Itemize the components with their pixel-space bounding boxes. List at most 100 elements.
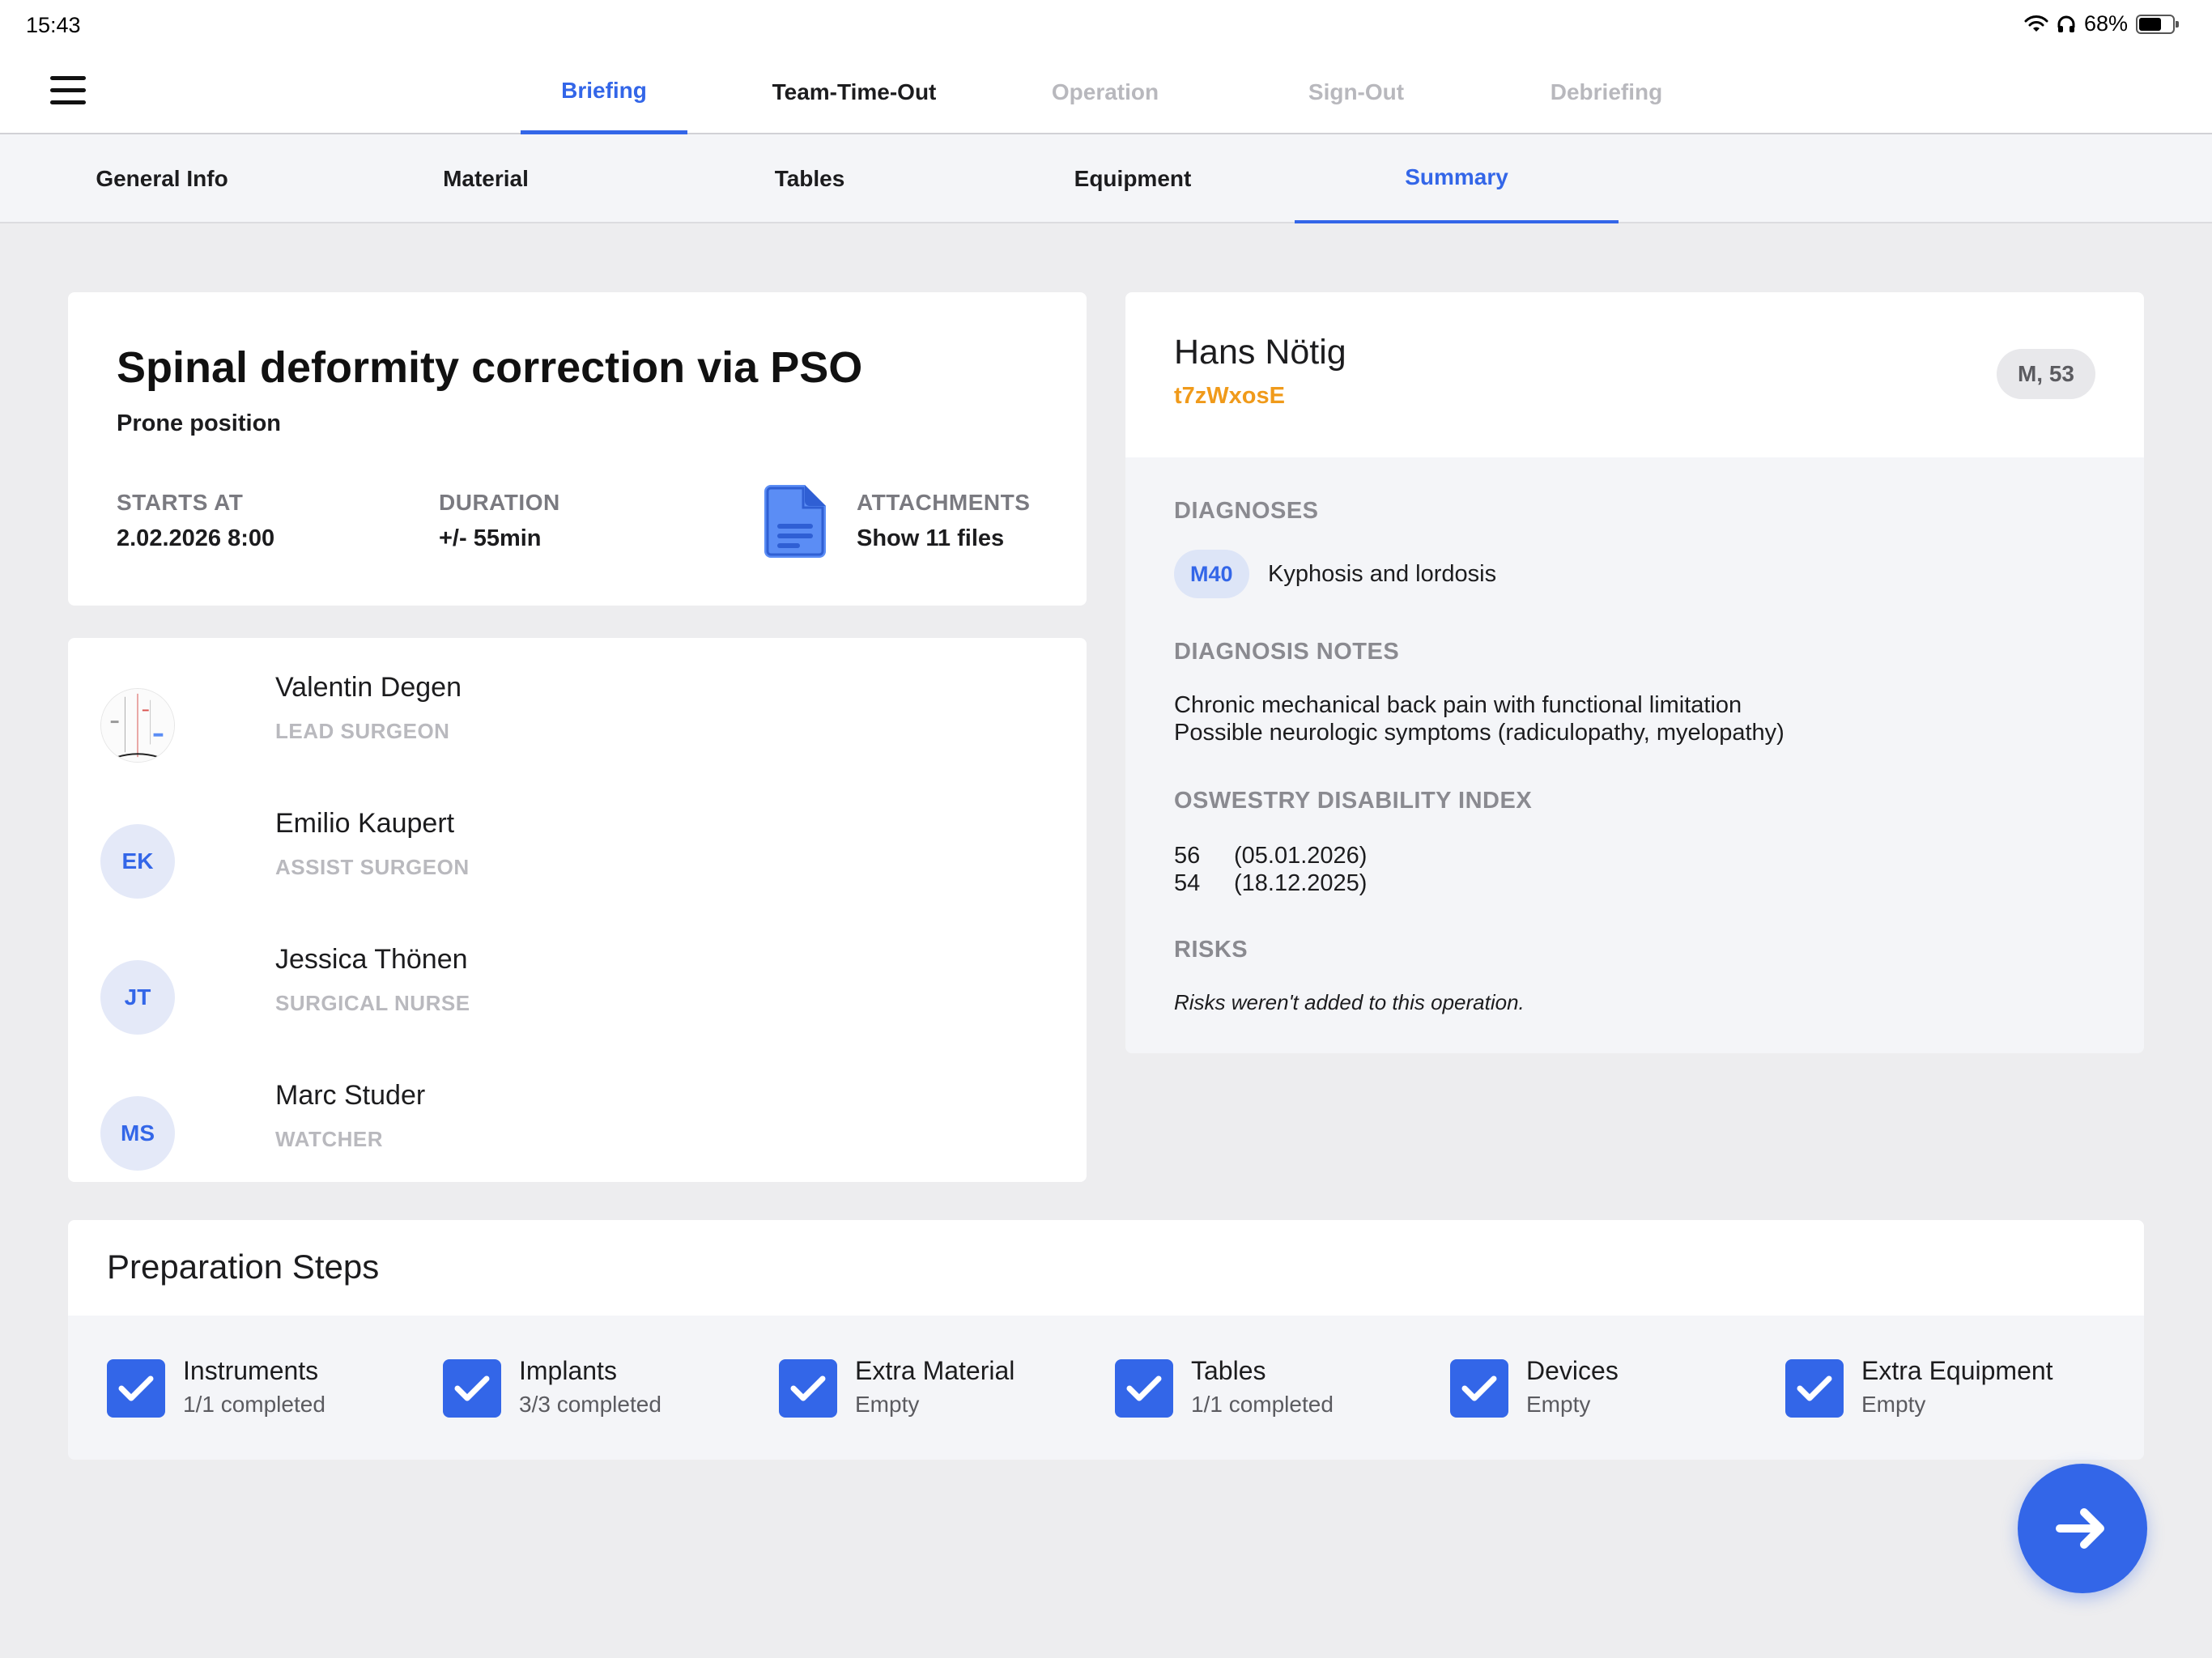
member-name: Valentin Degen: [275, 672, 462, 703]
patient-details: [1125, 457, 2144, 1053]
step-status: Empty: [1526, 1392, 1591, 1417]
step-name: Instruments: [183, 1356, 319, 1385]
avatar: JT: [100, 960, 175, 1035]
avatar: EK: [100, 824, 175, 899]
diagnosis-notes-label: DIAGNOSIS NOTES: [1174, 639, 1400, 665]
team-member[interactable]: Valentin Degen LEAD SURGEON: [100, 672, 991, 769]
team-member[interactable]: EK Emilio Kaupert ASSIST SURGEON: [100, 808, 991, 905]
step-status: 3/3 completed: [519, 1392, 661, 1417]
operation-card: Spinal deformity correction via PSO Pron…: [68, 292, 1087, 606]
checkmark-icon: [1126, 1375, 1162, 1401]
headphones-icon: [2057, 15, 2075, 32]
tab-team-time-out[interactable]: Team-Time-Out: [771, 50, 938, 134]
preparation-card: Preparation Steps Instruments 1/1 comple…: [68, 1220, 2144, 1460]
step-name: Extra Equipment: [1861, 1356, 2053, 1385]
prep-step-instruments[interactable]: Instruments 1/1 completed: [107, 1356, 431, 1424]
team-member[interactable]: JT Jessica Thönen SURGICAL NURSE: [100, 944, 991, 1041]
attachments-label: ATTACHMENTS: [857, 490, 1031, 515]
subtab-material[interactable]: Material: [324, 134, 648, 223]
diagnosis-note-line: Possible neurologic symptoms (radiculopa…: [1174, 720, 1784, 746]
duration-value: +/- 55min: [439, 525, 542, 551]
checkmark-icon: [790, 1375, 826, 1401]
member-name: Emilio Kaupert: [275, 808, 455, 839]
member-name: Marc Studer: [275, 1080, 426, 1111]
step-name: Extra Material: [855, 1356, 1015, 1385]
operation-position: Prone position: [117, 410, 281, 436]
member-name: Jessica Thönen: [275, 944, 468, 975]
tab-operation[interactable]: Operation: [1022, 50, 1189, 134]
step-name: Tables: [1191, 1356, 1266, 1385]
diagnoses-label: DIAGNOSES: [1174, 498, 1319, 524]
diagnosis-code-badge: M40: [1174, 550, 1249, 598]
tab-sign-out[interactable]: Sign-Out: [1273, 50, 1440, 134]
top-navigation: Briefing Team-Time-Out Operation Sign-Ou…: [0, 50, 2212, 134]
preparation-header: Preparation Steps: [68, 1220, 2144, 1316]
avatar: MS: [100, 1096, 175, 1171]
odi-date: (05.01.2026): [1234, 843, 1368, 869]
oswestry-label: OSWESTRY DISABILITY INDEX: [1174, 788, 1533, 814]
battery-level: [2139, 17, 2162, 31]
odi-date: (18.12.2025): [1234, 870, 1368, 896]
next-button[interactable]: [2018, 1464, 2147, 1593]
checkmark-icon: [118, 1375, 154, 1401]
checkbox[interactable]: [1785, 1359, 1844, 1418]
battery-icon: [2136, 14, 2179, 34]
status-icons: 68%: [2024, 11, 2179, 36]
subtab-summary[interactable]: Summary: [1295, 134, 1619, 223]
subtab-general-info[interactable]: General Info: [0, 134, 324, 223]
member-role: ASSIST SURGEON: [275, 855, 470, 879]
checkbox[interactable]: [443, 1359, 501, 1418]
step-status: 1/1 completed: [1191, 1392, 1334, 1417]
hamburger-icon[interactable]: [50, 76, 86, 108]
checkmark-icon: [1461, 1375, 1497, 1401]
avatar-photo: [101, 689, 174, 762]
member-role: LEAD SURGEON: [275, 719, 450, 743]
team-member[interactable]: MS Marc Studer WATCHER: [100, 1080, 991, 1177]
prep-step-devices[interactable]: Devices Empty: [1450, 1356, 1774, 1424]
checkbox[interactable]: [779, 1359, 837, 1418]
member-role: SURGICAL NURSE: [275, 991, 470, 1015]
starts-at-value: 2.02.2026 8:00: [117, 525, 275, 551]
member-role: WATCHER: [275, 1127, 384, 1151]
step-name: Devices: [1526, 1356, 1619, 1385]
operation-title: Spinal deformity correction via PSO: [117, 343, 863, 392]
step-name: Implants: [519, 1356, 617, 1385]
checkbox[interactable]: [1115, 1359, 1173, 1418]
patient-header: Hans Nötig t7zWxosE M, 53: [1125, 292, 2144, 457]
patient-sex-age-badge: M, 53: [1996, 349, 2095, 399]
checkmark-icon: [1797, 1375, 1832, 1401]
subtab-equipment[interactable]: Equipment: [971, 134, 1295, 223]
step-status: Empty: [855, 1392, 920, 1417]
odi-value: 54: [1174, 870, 1201, 896]
attachments-link[interactable]: Show 11 files: [857, 525, 1004, 552]
patient-name: Hans Nötig: [1174, 333, 1346, 372]
diagnosis-text: Kyphosis and lordosis: [1268, 561, 1497, 587]
checkbox[interactable]: [1450, 1359, 1508, 1418]
checkmark-icon: [454, 1375, 490, 1401]
avatar: [100, 688, 175, 763]
document-icon[interactable]: [764, 485, 826, 558]
starts-at-label: STARTS AT: [117, 490, 244, 515]
tab-briefing[interactable]: Briefing: [521, 50, 687, 134]
prep-step-extra-equipment[interactable]: Extra Equipment Empty: [1785, 1356, 2109, 1424]
prep-step-tables[interactable]: Tables 1/1 completed: [1115, 1356, 1439, 1424]
status-time: 15:43: [26, 13, 81, 37]
arrow-right-icon: [2056, 1508, 2104, 1549]
tab-debriefing[interactable]: Debriefing: [1523, 50, 1690, 134]
prep-step-implants[interactable]: Implants 3/3 completed: [443, 1356, 767, 1424]
risks-label: RISKS: [1174, 937, 1249, 963]
prep-step-extra-material[interactable]: Extra Material Empty: [779, 1356, 1103, 1424]
odi-value: 56: [1174, 843, 1201, 869]
battery-percent: 68%: [2083, 11, 2128, 36]
subtab-tables[interactable]: Tables: [648, 134, 972, 223]
risks-text: Risks weren't added to this operation.: [1174, 990, 1525, 1014]
sub-navigation: General Info Material Tables Equipment S…: [0, 134, 2212, 223]
step-status: 1/1 completed: [183, 1392, 325, 1417]
checkbox[interactable]: [107, 1359, 165, 1418]
team-card: Valentin Degen LEAD SURGEON EK Emilio Ka…: [68, 638, 1087, 1182]
duration-label: DURATION: [439, 490, 560, 515]
patient-id: t7zWxosE: [1174, 383, 1285, 409]
diagnosis-note-line: Chronic mechanical back pain with functi…: [1174, 692, 1742, 718]
preparation-title: Preparation Steps: [107, 1248, 380, 1286]
wifi-icon: [2024, 15, 2048, 32]
